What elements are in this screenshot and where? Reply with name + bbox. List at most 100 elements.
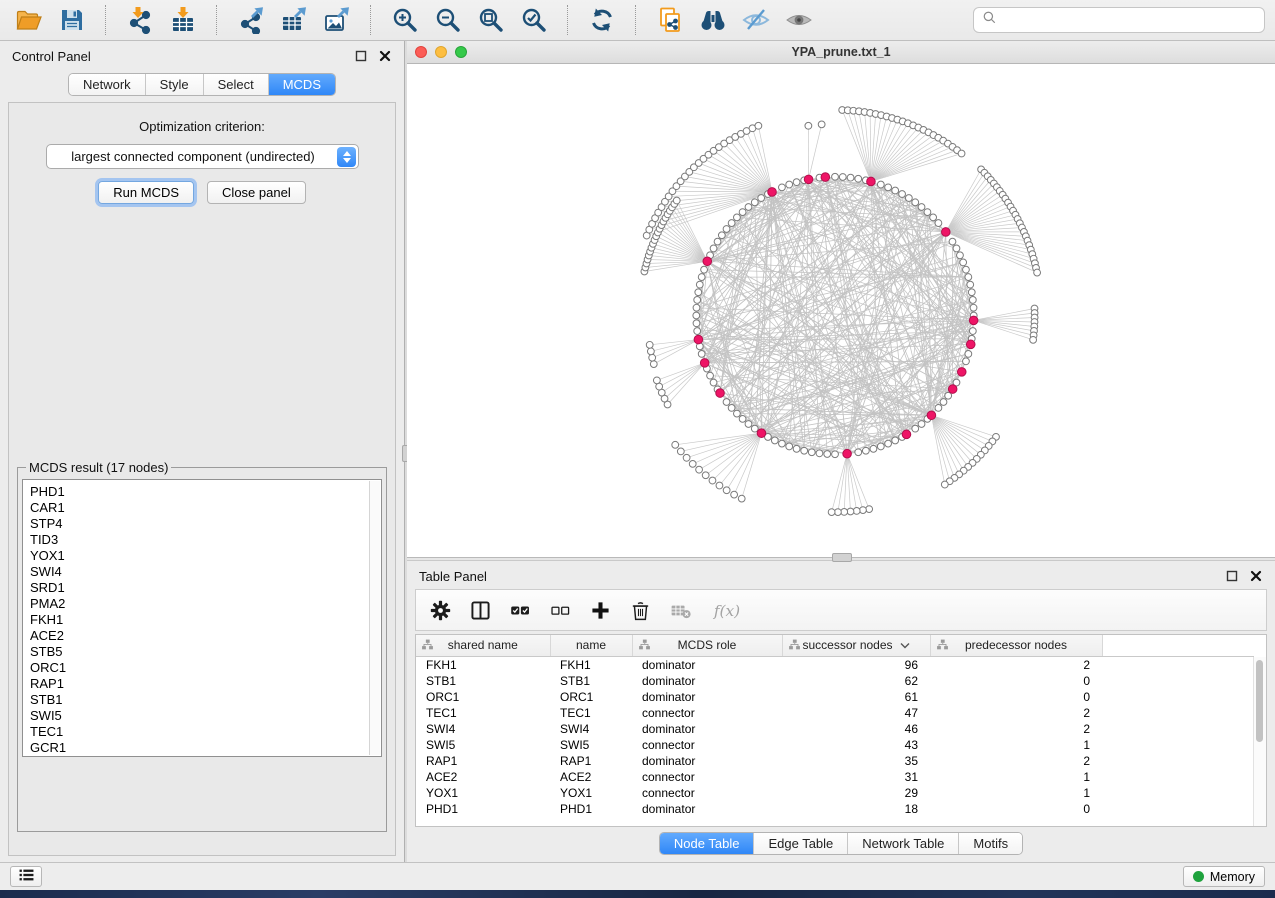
import-table-button[interactable] — [164, 3, 202, 37]
first-neighbors-button[interactable] — [694, 3, 732, 37]
control-panel-close-button[interactable] — [379, 50, 392, 63]
memory-button[interactable]: Memory — [1183, 866, 1265, 887]
toolbar-separator — [216, 5, 218, 35]
mcds-result-item[interactable]: PHD1 — [23, 484, 381, 500]
table-row[interactable]: ACE2ACE2connector311 — [416, 769, 1254, 785]
table-row[interactable]: SWI4SWI4dominator462 — [416, 721, 1254, 737]
add-column-button[interactable] — [590, 600, 611, 621]
table-panel: Table Panel f(x) shared namenameMCDS rol… — [407, 561, 1275, 862]
zoom-fit-button[interactable] — [472, 3, 510, 37]
splitter-grip[interactable] — [832, 553, 852, 562]
mcds-result-item[interactable]: TEC1 — [23, 724, 381, 740]
close-panel-button[interactable]: Close panel — [207, 181, 306, 204]
toggle-columns-button[interactable] — [470, 600, 491, 621]
sort-menu-icon[interactable] — [900, 642, 910, 649]
mcds-result-item[interactable]: STP4 — [23, 516, 381, 532]
toolbar-separator — [567, 5, 569, 35]
mcds-result-item[interactable]: RAP1 — [23, 676, 381, 692]
memory-button-label: Memory — [1210, 870, 1255, 884]
table-row[interactable]: FKH1FKH1dominator962 — [416, 656, 1254, 673]
table-panel-float-button[interactable] — [1226, 570, 1239, 583]
open-file-icon — [15, 6, 43, 34]
deselect-all-icon — [550, 600, 571, 621]
hide-selected-button[interactable] — [737, 3, 775, 37]
table-panel-tab-node-table[interactable]: Node Table — [660, 833, 754, 854]
import-network-button[interactable] — [121, 3, 159, 37]
control-panel-tab-mcds[interactable]: MCDS — [268, 74, 335, 95]
mcds-result-item[interactable]: SWI5 — [23, 708, 381, 724]
table-cell: SWI4 — [416, 721, 550, 737]
save-session-button[interactable] — [53, 3, 91, 37]
table-cell: 46 — [782, 721, 930, 737]
mcds-result-item[interactable]: ORC1 — [23, 660, 381, 676]
window-minimize-button[interactable] — [435, 46, 447, 58]
control-panel-tab-style[interactable]: Style — [145, 74, 203, 95]
open-file-button[interactable] — [10, 3, 48, 37]
table-cell-filler — [1102, 801, 1254, 817]
mcds-result-item[interactable]: SRD1 — [23, 580, 381, 596]
table-cell-filler — [1102, 673, 1254, 689]
select-all-rows-button[interactable] — [510, 600, 531, 621]
export-table-button[interactable] — [275, 3, 313, 37]
mcds-result-item[interactable]: CAR1 — [23, 500, 381, 516]
mcds-result-item[interactable]: PMA2 — [23, 596, 381, 612]
control-panel-float-button[interactable] — [355, 50, 368, 63]
copy-network-button[interactable] — [651, 3, 689, 37]
deselect-all-rows-button[interactable] — [550, 600, 571, 621]
zoom-out-button[interactable] — [429, 3, 467, 37]
zoom-selected-icon — [520, 6, 548, 34]
zoom-in-button[interactable] — [386, 3, 424, 37]
zoom-selected-button[interactable] — [515, 3, 553, 37]
table-settings-button[interactable] — [430, 600, 451, 621]
horizontal-splitter[interactable] — [407, 557, 1275, 561]
column-header-shared-name[interactable]: shared name — [416, 635, 550, 656]
mcds-list-scrollbar[interactable] — [369, 481, 380, 755]
optimization-criterion-select[interactable]: largest connected component (undirected) — [46, 144, 359, 169]
table-panel-tab-motifs[interactable]: Motifs — [958, 833, 1022, 854]
table-cell: YOX1 — [550, 785, 632, 801]
table-row[interactable]: YOX1YOX1connector291 — [416, 785, 1254, 801]
column-header-predecessor-nodes[interactable]: predecessor nodes — [930, 635, 1102, 656]
show-all-button[interactable] — [780, 3, 818, 37]
column-header-successor-nodes[interactable]: successor nodes — [782, 635, 930, 656]
mcds-result-item[interactable]: STB5 — [23, 644, 381, 660]
run-mcds-button[interactable]: Run MCDS — [98, 181, 194, 204]
main-toolbar — [0, 0, 1275, 41]
refresh-network-button[interactable] — [583, 3, 621, 37]
table-row[interactable]: STB1STB1dominator620 — [416, 673, 1254, 689]
column-header-mcds-role[interactable]: MCDS role — [632, 635, 782, 656]
mcds-result-item[interactable]: YOX1 — [23, 548, 381, 564]
mcds-result-item[interactable]: SWI4 — [23, 564, 381, 580]
control-panel-tab-network[interactable]: Network — [69, 74, 145, 95]
network-canvas[interactable] — [407, 64, 1275, 557]
table-row[interactable]: SWI5SWI5connector431 — [416, 737, 1254, 753]
control-panel-header: Control Panel — [0, 41, 404, 67]
table-row[interactable]: ORC1ORC1dominator610 — [416, 689, 1254, 705]
task-history-button[interactable] — [10, 866, 42, 887]
table-panel-tab-network-table[interactable]: Network Table — [847, 833, 958, 854]
control-panel-tab-select[interactable]: Select — [203, 74, 268, 95]
column-header-name[interactable]: name — [550, 635, 632, 656]
table-row[interactable]: RAP1RAP1dominator352 — [416, 753, 1254, 769]
mcds-result-item[interactable]: ACE2 — [23, 628, 381, 644]
network-graph[interactable] — [407, 64, 1275, 557]
window-close-button[interactable] — [415, 46, 427, 58]
delete-column-button[interactable] — [630, 600, 651, 621]
export-network-button[interactable] — [232, 3, 270, 37]
table-row[interactable]: TEC1TEC1connector472 — [416, 705, 1254, 721]
table-cell: ACE2 — [550, 769, 632, 785]
mcds-result-item[interactable]: GCR1 — [23, 740, 381, 756]
table-panel-close-button[interactable] — [1250, 570, 1263, 583]
export-image-button[interactable] — [318, 3, 356, 37]
table-scrollbar[interactable] — [1253, 657, 1266, 826]
svg-text:f(x): f(x) — [713, 602, 740, 620]
mcds-result-item[interactable]: FKH1 — [23, 612, 381, 628]
mcds-result-item[interactable]: TID3 — [23, 532, 381, 548]
table-scrollbar-thumb[interactable] — [1256, 660, 1263, 742]
table-row[interactable]: PHD1PHD1dominator180 — [416, 801, 1254, 817]
table-cell: 31 — [782, 769, 930, 785]
table-panel-tab-edge-table[interactable]: Edge Table — [753, 833, 847, 854]
window-zoom-button[interactable] — [455, 46, 467, 58]
mcds-result-item[interactable]: STB1 — [23, 692, 381, 708]
search-input[interactable] — [1003, 12, 1256, 29]
